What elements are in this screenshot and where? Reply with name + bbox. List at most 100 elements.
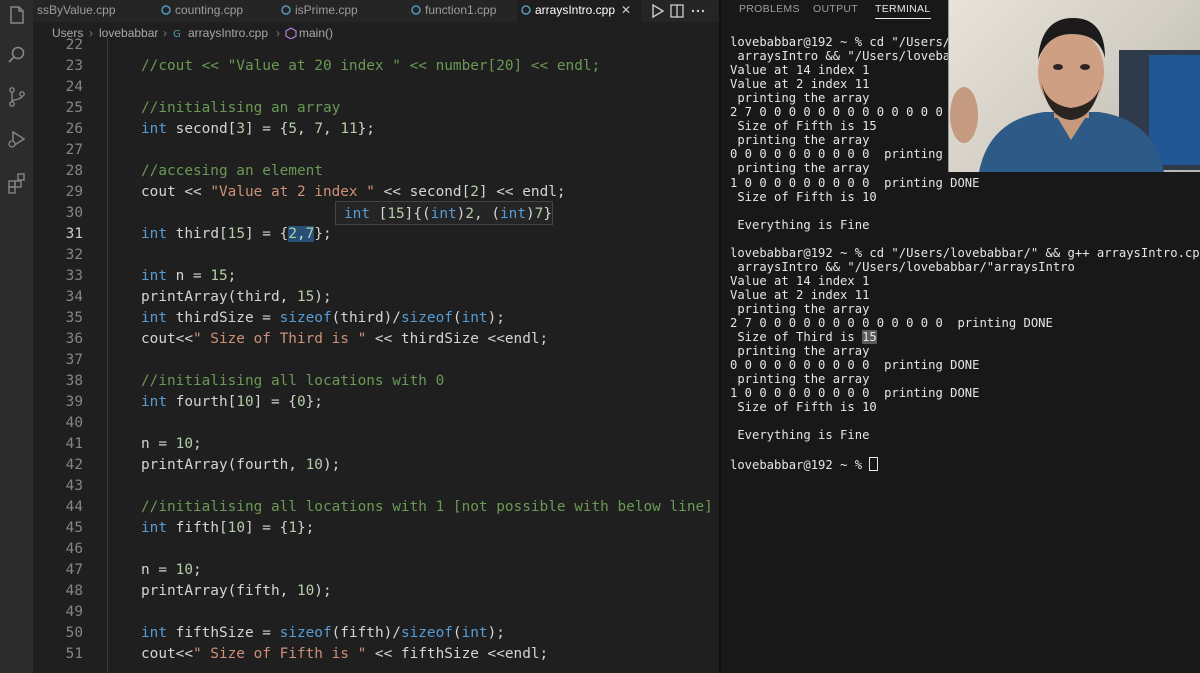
- code-text: printArray(fifth, 10);: [141, 583, 332, 599]
- code-line[interactable]: 46: [33, 539, 719, 560]
- line-number: 32: [65, 247, 83, 263]
- run-debug-icon[interactable]: [6, 128, 28, 150]
- code-line[interactable]: 43: [33, 476, 719, 497]
- terminal-line: printing the array: [730, 372, 870, 387]
- code-line[interactable]: 49: [33, 602, 719, 623]
- code-line[interactable]: 28 //accesing an element: [33, 161, 719, 182]
- line-number: 48: [65, 583, 83, 599]
- code-line[interactable]: 31 int third[15] = {2,7};: [33, 224, 719, 245]
- explorer-icon[interactable]: [6, 4, 28, 26]
- code-text: //initialising all locations with 1 [not…: [141, 499, 713, 515]
- code-line[interactable]: 50 int fifthSize = sizeof(fifth)/sizeof(i…: [33, 623, 719, 644]
- line-number: 44: [65, 499, 83, 515]
- code-line[interactable]: 48 printArray(fifth, 10);: [33, 581, 719, 602]
- more-icon[interactable]: [691, 9, 705, 13]
- code-line[interactable]: 42 printArray(fourth, 10);: [33, 455, 719, 476]
- code-line[interactable]: 35 int thirdSize = sizeof(third)/sizeof(i…: [33, 308, 719, 329]
- code-text: //cout << "Value at 20 index " << number…: [141, 58, 601, 74]
- source-control-icon[interactable]: [6, 86, 28, 108]
- line-number: 41: [65, 436, 83, 452]
- line-number: 51: [65, 646, 83, 662]
- code-line[interactable]: 47 n = 10;: [33, 560, 719, 581]
- line-number: 30: [65, 205, 83, 221]
- split-editor-icon[interactable]: [670, 4, 684, 18]
- terminal-line: arraysIntro && "/Users/loveba: [730, 49, 951, 64]
- code-line[interactable]: 32: [33, 245, 719, 266]
- code-line[interactable]: 44 //initialising all locations with 1 [n…: [33, 497, 719, 518]
- code-text: cout<<" Size of Third is " << thirdSize …: [141, 331, 549, 347]
- code-text: int third[15] = {2,7};: [141, 226, 332, 242]
- code-line[interactable]: 22: [33, 35, 719, 56]
- terminal-line: printing the array: [730, 344, 870, 359]
- editor-actions: [649, 0, 709, 22]
- terminal-cursor: [869, 456, 879, 471]
- code-text: int fifth[10] = {1};: [141, 520, 315, 536]
- code-line[interactable]: 51 cout<<" Size of Fifth is " << fifthSiz…: [33, 644, 719, 665]
- tab-arraysintro[interactable]: arraysIntro.cpp ✕: [517, 0, 641, 22]
- line-number: 31: [65, 226, 83, 242]
- line-number: 29: [65, 184, 83, 200]
- code-line[interactable]: 39 int fourth[10] = {0};: [33, 392, 719, 413]
- code-text: int thirdSize = sizeof(third)/sizeof(int…: [141, 310, 505, 326]
- activity-bar: [0, 0, 33, 673]
- code-text: n = 10;: [141, 562, 202, 578]
- cpp-file-icon: [281, 1, 291, 15]
- line-number: 24: [65, 79, 83, 95]
- code-line[interactable]: 37: [33, 350, 719, 371]
- line-number: 37: [65, 352, 83, 368]
- terminal-line: Value at 14 index 1: [730, 273, 870, 288]
- code-text: printArray(fourth, 10);: [141, 457, 341, 473]
- line-number: 27: [65, 142, 83, 158]
- close-icon[interactable]: ✕: [621, 3, 631, 17]
- terminal-line: printing the array: [730, 301, 870, 316]
- code-line[interactable]: 36 cout<<" Size of Third is " << thirdSiz…: [33, 329, 719, 350]
- terminal-line: printing the array: [730, 133, 870, 148]
- code-line[interactable]: 40: [33, 413, 719, 434]
- cpp-file-icon: [521, 1, 531, 15]
- tab-passbyvalue[interactable]: ssByValue.cpp: [37, 0, 157, 22]
- code-line[interactable]: 34 printArray(third, 15);: [33, 287, 719, 308]
- code-editor[interactable]: 22 23 //cout << "Value at 20 index " << nu…: [33, 35, 719, 673]
- line-number: 34: [65, 289, 83, 305]
- run-icon[interactable]: [652, 3, 665, 19]
- code-line[interactable]: 23 //cout << "Value at 20 index " << numb…: [33, 56, 719, 77]
- tab-counting[interactable]: counting.cpp: [161, 0, 271, 22]
- tab-problems[interactable]: PROBLEMS: [739, 3, 800, 15]
- code-line[interactable]: 27: [33, 140, 719, 161]
- terminal-line: Size of Fifth is 10: [730, 400, 877, 415]
- terminal-line: 1 0 0 0 0 0 0 0 0 0 printing DONE: [730, 386, 980, 401]
- terminal-line: 1 0 0 0 0 0 0 0 0 0 printing DONE: [730, 175, 980, 190]
- tab-function1[interactable]: function1.cpp: [411, 0, 531, 22]
- code-line[interactable]: 25 //initialising an array: [33, 98, 719, 119]
- code-line[interactable]: 26 int second[3] = {5, 7, 11};: [33, 119, 719, 140]
- code-line[interactable]: 45 int fifth[10] = {1};: [33, 518, 719, 539]
- terminal-line: lovebabbar@192 ~ % cd "/Users/l: [730, 35, 958, 49]
- code-line[interactable]: 41 n = 10;: [33, 434, 719, 455]
- terminal-line: Size of Fifth is 10: [730, 189, 877, 204]
- code-text: int second[3] = {5, 7, 11};: [141, 121, 375, 137]
- tab-label: isPrime.cpp: [295, 3, 358, 17]
- line-number: 46: [65, 541, 83, 557]
- code-text: //accesing an element: [141, 163, 323, 179]
- code-line[interactable]: 24: [33, 77, 719, 98]
- code-line[interactable]: 29 cout << "Value at 2 index " << second[…: [33, 182, 719, 203]
- line-number: 23: [65, 58, 83, 74]
- tab-label: counting.cpp: [175, 3, 244, 17]
- extensions-icon[interactable]: [6, 172, 28, 194]
- tab-output[interactable]: OUTPUT: [813, 3, 858, 15]
- cpp-file-icon: [411, 1, 421, 15]
- code-text: printArray(third, 15);: [141, 289, 332, 305]
- terminal-line: arraysIntro && "/Users/lovebabbar/"array…: [730, 259, 1075, 274]
- webcam-overlay: [948, 0, 1200, 172]
- tab-terminal[interactable]: TERMINAL: [875, 3, 931, 19]
- code-text: int n = 15;: [141, 268, 237, 284]
- code-text: //initialising an array: [141, 100, 341, 116]
- line-number: 35: [65, 310, 83, 326]
- code-line[interactable]: 38 //initialising all locations with 0: [33, 371, 719, 392]
- line-number: 40: [65, 415, 83, 431]
- search-icon[interactable]: [6, 44, 28, 66]
- tab-isprime[interactable]: isPrime.cpp: [281, 0, 401, 22]
- code-line[interactable]: 33 int n = 15;: [33, 266, 719, 287]
- line-number: 25: [65, 100, 83, 116]
- line-number: 42: [65, 457, 83, 473]
